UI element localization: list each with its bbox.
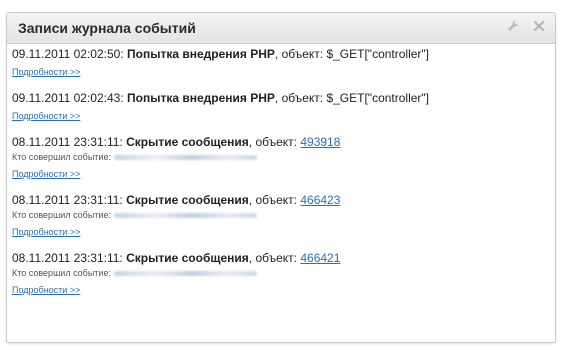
event-object: $_GET["controller"] [326,47,430,61]
details-link[interactable]: Подробности >> [12,168,80,180]
event-line: 08.11.2011 23:31:11: Скрытие сообщения, … [12,251,532,266]
list-item: 08.11.2011 23:31:11: Скрытие сообщения, … [12,135,532,182]
wrench-icon[interactable] [506,19,520,33]
event-object-link[interactable]: 466421 [300,251,340,265]
details-link[interactable]: Подробности >> [12,66,80,78]
event-object-prefix: , объект: [248,193,301,207]
event-line: 08.11.2011 23:31:11: Скрытие сообщения, … [12,135,532,150]
event-action: Попытка внедрения PHP [127,91,275,105]
event-action: Скрытие сообщения [126,251,249,265]
widget-tools [506,19,546,33]
close-icon[interactable] [532,19,546,33]
event-actor-row: Кто совершил событие: [12,209,532,222]
event-object-prefix: , объект: [248,135,301,149]
blurred-username[interactable] [113,213,257,219]
event-object-link[interactable]: 493918 [300,135,340,149]
event-object-prefix: , объект: [248,251,301,265]
list-item: 09.11.2011 02:02:50: Попытка внедрения P… [12,47,532,80]
event-line: 09.11.2011 02:02:43: Попытка внедрения P… [12,91,532,106]
event-object-link[interactable]: 466423 [300,193,340,207]
details-link[interactable]: Подробности >> [12,226,80,238]
list-item: 08.11.2011 23:31:11: Скрытие сообщения, … [12,251,532,298]
list-item: 08.11.2011 23:31:11: Скрытие сообщения, … [12,193,532,240]
blurred-username[interactable] [113,271,257,277]
details-link[interactable]: Подробности >> [12,284,80,296]
event-object-prefix: , объект: [274,47,327,61]
event-datetime: 08.11.2011 23:31:11: [12,251,123,265]
event-actor-label: Кто совершил событие: [12,268,111,278]
blurred-username[interactable] [113,155,257,161]
list-item: 09.11.2011 02:02:43: Попытка внедрения P… [12,91,532,124]
event-object-prefix: , объект: [274,91,327,105]
event-datetime: 09.11.2011 02:02:50: [12,47,124,61]
event-datetime: 09.11.2011 02:02:43: [12,91,124,105]
event-datetime: 08.11.2011 23:31:11: [12,193,123,207]
event-line: 09.11.2011 02:02:50: Попытка внедрения P… [12,47,532,62]
widget-header: Записи журнала событий [7,13,555,44]
event-list: 09.11.2011 02:02:50: Попытка внедрения P… [12,47,532,309]
details-link[interactable]: Подробности >> [12,110,80,122]
event-datetime: 08.11.2011 23:31:11: [12,135,123,149]
event-actor-row: Кто совершил событие: [12,267,532,280]
event-action: Скрытие сообщения [126,193,249,207]
event-actor-label: Кто совершил событие: [12,210,111,220]
event-action: Попытка внедрения PHP [127,47,275,61]
event-line: 08.11.2011 23:31:11: Скрытие сообщения, … [12,193,532,208]
widget-title: Записи журнала событий [18,20,196,36]
event-actor-row: Кто совершил событие: [12,151,532,164]
event-object: $_GET["controller"] [326,91,430,105]
event-action: Скрытие сообщения [126,135,249,149]
event-actor-label: Кто совершил событие: [12,152,111,162]
